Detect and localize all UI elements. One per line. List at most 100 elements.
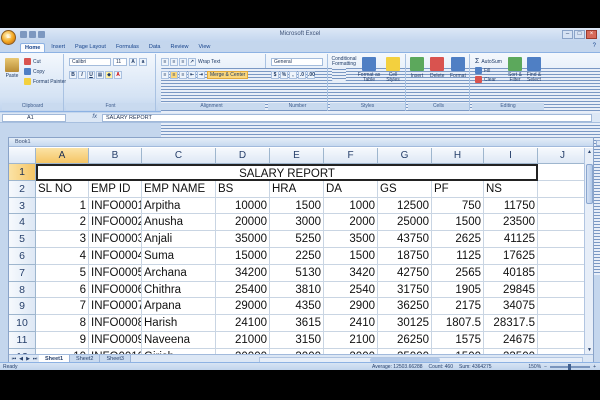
row-header[interactable]: 9 — [9, 298, 36, 316]
row-header[interactable]: 7 — [9, 264, 36, 282]
cell[interactable]: 3810 — [270, 281, 324, 299]
zoom-slider-thumb[interactable] — [568, 364, 572, 370]
cell[interactable]: Arpitha — [142, 197, 216, 215]
cell[interactable]: 1807.5 — [432, 315, 484, 332]
borders-button[interactable]: ▦ — [96, 71, 104, 79]
cell[interactable]: 1575 — [432, 331, 484, 349]
cell[interactable]: 43750 — [378, 231, 432, 248]
cell[interactable] — [538, 180, 588, 198]
cell[interactable]: INFO0003 — [89, 231, 142, 248]
row-header[interactable]: 8 — [9, 281, 36, 299]
cell[interactable]: 25000 — [378, 214, 432, 232]
cell[interactable]: 1500 — [432, 214, 484, 232]
close-button[interactable]: × — [586, 30, 597, 39]
cell[interactable]: 31750 — [378, 281, 432, 299]
cell[interactable]: 2625 — [432, 231, 484, 248]
cell[interactable]: INFO0007 — [89, 298, 142, 316]
paste-button[interactable]: Paste — [5, 58, 19, 79]
cell[interactable]: 2000 — [324, 214, 378, 232]
cell[interactable]: Anusha — [142, 214, 216, 232]
cell[interactable]: 17625 — [484, 247, 538, 265]
cell[interactable]: 2540 — [324, 281, 378, 299]
cell[interactable] — [538, 281, 588, 299]
cell[interactable]: 4350 — [270, 298, 324, 316]
column-header-h[interactable]: H — [432, 148, 484, 164]
cell[interactable]: 750 — [432, 197, 484, 215]
cell[interactable] — [538, 231, 588, 248]
cell[interactable]: Archana — [142, 264, 216, 282]
copy-button[interactable]: Copy — [24, 68, 45, 75]
align-middle-button[interactable]: ≡ — [170, 58, 178, 66]
autosum-button[interactable]: Σ AutoSum — [475, 58, 502, 65]
spreadsheet-grid[interactable]: ABCDEFGHIJ 1 SALARY REPORT 2 SL NO EMP ID EMP… — [9, 148, 595, 355]
zoom-in-icon[interactable]: + — [593, 364, 596, 370]
decrease-indent-button[interactable]: ⇤ — [188, 71, 196, 79]
cell[interactable]: 23500 — [484, 214, 538, 232]
vertical-scrollbar[interactable]: ▲ ▼ — [584, 148, 593, 355]
cell[interactable]: 29845 — [484, 281, 538, 299]
cell[interactable]: 2900 — [324, 298, 378, 316]
cell[interactable]: Naveena — [142, 331, 216, 349]
cell-styles-button[interactable]: Cell Styles — [382, 57, 404, 83]
cell[interactable] — [538, 264, 588, 282]
minimize-button[interactable]: – — [562, 30, 573, 39]
cell[interactable]: 15000 — [216, 247, 270, 265]
cell[interactable]: Arpana — [142, 298, 216, 316]
cell[interactable]: 41125 — [484, 231, 538, 248]
workbook-close-button[interactable] — [596, 140, 600, 146]
cell[interactable]: 8 — [36, 315, 89, 332]
sort-filter-button[interactable]: Sort & Filter — [506, 57, 524, 83]
cell[interactable]: 25400 — [216, 281, 270, 299]
cell[interactable]: 3150 — [270, 331, 324, 349]
help-icon[interactable]: ? — [593, 43, 596, 49]
shrink-font-button[interactable]: a — [139, 58, 147, 66]
align-left-button[interactable]: ≡ — [161, 71, 169, 79]
cell[interactable]: 34075 — [484, 298, 538, 316]
cell[interactable]: 4 — [36, 247, 89, 265]
bold-button[interactable]: B — [69, 71, 77, 79]
increase-indent-button[interactable]: ⇥ — [197, 71, 205, 79]
cell[interactable] — [538, 247, 588, 265]
zoom-slider[interactable] — [550, 364, 591, 370]
cell[interactable]: 1500 — [324, 247, 378, 265]
cell[interactable]: INFO0002 — [89, 214, 142, 232]
comma-button[interactable]: , — [289, 71, 297, 79]
cell[interactable]: 24675 — [484, 331, 538, 349]
font-name-dropdown[interactable]: Calibri — [69, 58, 111, 66]
cell[interactable]: 3420 — [324, 264, 378, 282]
cell[interactable]: 1905 — [432, 281, 484, 299]
select-all-corner[interactable] — [9, 148, 36, 164]
title-cell[interactable]: SALARY REPORT — [36, 164, 538, 181]
cell[interactable]: 3500 — [324, 231, 378, 248]
tab-formulas[interactable]: Formulas — [112, 43, 143, 52]
cell[interactable]: INFO0001 — [89, 197, 142, 215]
header-cell[interactable]: HRA — [270, 180, 324, 198]
tab-home[interactable]: Home — [20, 43, 46, 52]
maximize-button[interactable]: □ — [574, 30, 585, 39]
cell[interactable]: 20000 — [216, 214, 270, 232]
cell[interactable]: 5130 — [270, 264, 324, 282]
column-header-c[interactable]: C — [142, 148, 216, 164]
clear-button[interactable]: Clear — [475, 76, 496, 83]
name-box[interactable]: A1 — [2, 114, 66, 122]
header-cell[interactable]: DA — [324, 180, 378, 198]
cell[interactable]: 1 — [36, 197, 89, 215]
font-color-button[interactable]: A — [114, 71, 122, 79]
font-size-dropdown[interactable]: 11 — [113, 58, 127, 66]
cell[interactable]: 3615 — [270, 315, 324, 332]
cell[interactable]: 3 — [36, 231, 89, 248]
cell[interactable]: 34200 — [216, 264, 270, 282]
row-header[interactable]: 5 — [9, 231, 36, 248]
zoom-out-icon[interactable]: − — [544, 364, 547, 370]
cell[interactable]: 36250 — [378, 298, 432, 316]
cell[interactable]: INFO0005 — [89, 264, 142, 282]
header-cell[interactable]: PF — [432, 180, 484, 198]
format-cells-button[interactable]: Format — [450, 57, 466, 79]
row-header[interactable]: 3 — [9, 197, 36, 215]
header-cell[interactable]: SL NO — [36, 180, 89, 198]
cell[interactable]: 5 — [36, 264, 89, 282]
header-cell[interactable]: EMP ID — [89, 180, 142, 198]
cell[interactable]: 9 — [36, 331, 89, 349]
cell[interactable]: 40185 — [484, 264, 538, 282]
cell[interactable]: 12500 — [378, 197, 432, 215]
